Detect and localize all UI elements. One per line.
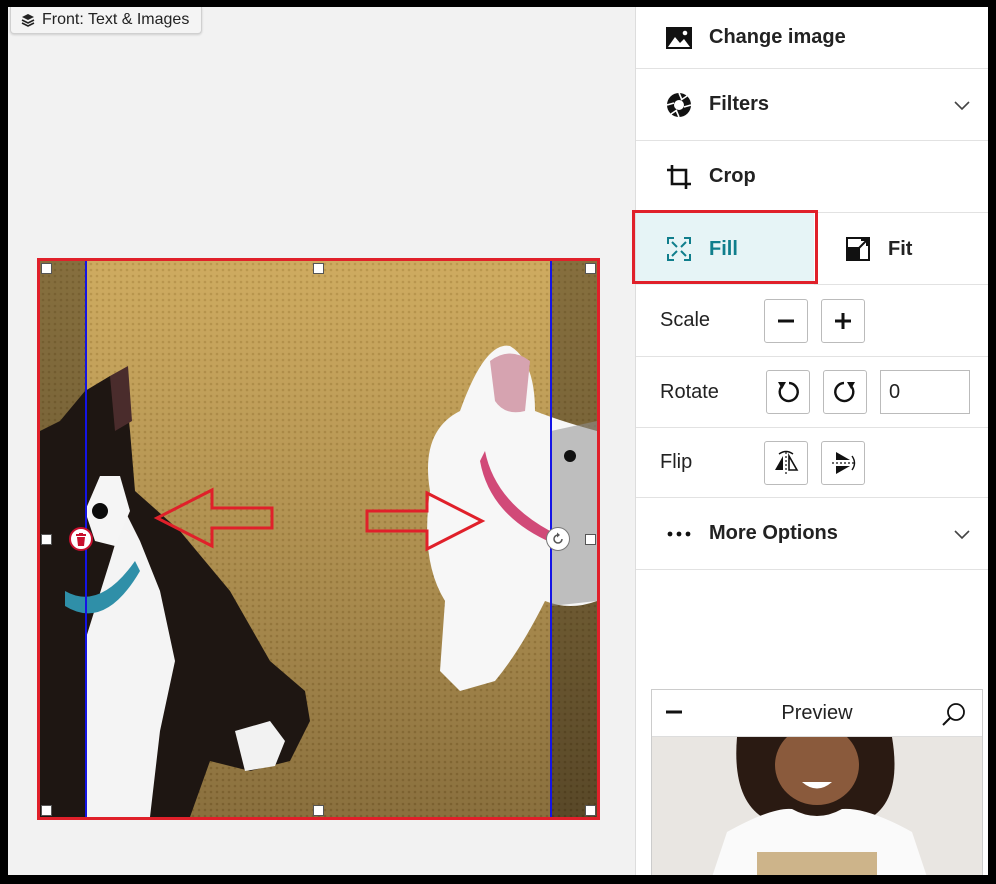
expand-icon <box>665 235 693 263</box>
crop-icon <box>665 163 693 191</box>
layer-label: Front: Text & Images <box>42 11 190 28</box>
resize-handle-right[interactable] <box>585 534 596 545</box>
fit-tab[interactable]: Fit <box>814 213 988 285</box>
editor-frame: Front: Text & Images Change image Filter… <box>8 7 988 875</box>
scale-row: Scale <box>636 285 988 357</box>
filters-label: Filters <box>709 93 770 115</box>
rotate-left-icon <box>778 381 799 403</box>
rotate-row: Rotate <box>636 357 988 428</box>
image-options-panel: Change image Filters Crop Fill Fit Scale… <box>635 7 988 875</box>
flip-horizontal-button[interactable] <box>764 440 808 485</box>
layer-selector[interactable]: Front: Text & Images <box>10 7 203 34</box>
rotate-degrees-input[interactable] <box>880 370 970 414</box>
fill-label: Fill <box>709 237 738 260</box>
plus-icon <box>835 312 851 329</box>
flip-vertical-icon <box>832 451 856 474</box>
fit-label: Fit <box>888 237 913 260</box>
flip-label: Flip <box>660 451 693 473</box>
resize-handle-bottom-left[interactable] <box>41 805 52 816</box>
more-dots-icon <box>665 520 693 548</box>
rotate-right-icon <box>834 381 855 403</box>
resize-handle-top-right[interactable] <box>585 263 596 274</box>
rotate-handle[interactable] <box>546 527 570 551</box>
rotate-left-button[interactable] <box>766 370 810 414</box>
zoom-icon[interactable] <box>942 702 966 726</box>
fit-icon <box>844 235 872 263</box>
tshirt-preview-image <box>652 737 982 875</box>
rotate-right-button[interactable] <box>823 370 867 414</box>
more-options-label: More Options <box>709 522 838 544</box>
change-image-label: Change image <box>709 26 846 48</box>
aperture-icon <box>665 91 693 119</box>
filters-row[interactable]: Filters <box>636 69 988 141</box>
fill-fit-row: Fill Fit <box>636 213 988 285</box>
preview-title: Preview <box>781 702 853 724</box>
layers-icon <box>21 14 35 27</box>
flip-horizontal-icon <box>775 450 799 474</box>
rotate-label: Rotate <box>660 380 719 403</box>
rotate-icon <box>553 532 563 544</box>
image-canvas[interactable] <box>37 258 600 820</box>
resize-handle-bottom-right[interactable] <box>585 805 596 816</box>
chevron-down-icon <box>954 100 970 110</box>
resize-handle-left[interactable] <box>41 534 52 545</box>
right-edge <box>988 0 996 884</box>
minus-icon <box>778 319 794 322</box>
trash-icon <box>76 532 86 546</box>
scale-increase-button[interactable] <box>821 298 865 343</box>
delete-image-button[interactable] <box>69 527 93 551</box>
change-image-row[interactable]: Change image <box>636 7 988 69</box>
preview-panel: Preview <box>651 689 983 875</box>
scale-label: Scale <box>660 309 711 331</box>
resize-handle-top[interactable] <box>313 263 324 274</box>
resize-handle-bottom[interactable] <box>313 805 324 816</box>
resize-handle-top-left[interactable] <box>41 263 52 274</box>
crop-row[interactable]: Crop <box>636 141 988 213</box>
image-icon <box>665 24 693 52</box>
flip-vertical-button[interactable] <box>821 440 865 485</box>
chevron-down-icon <box>954 529 970 539</box>
crop-label: Crop <box>709 165 756 187</box>
flip-row: Flip <box>636 428 988 498</box>
scale-decrease-button[interactable] <box>764 298 808 343</box>
fill-tab[interactable]: Fill <box>636 213 814 285</box>
preview-header: Preview <box>652 690 982 737</box>
more-options-row[interactable]: More Options <box>636 498 988 570</box>
dogs-photo <box>40 261 597 817</box>
